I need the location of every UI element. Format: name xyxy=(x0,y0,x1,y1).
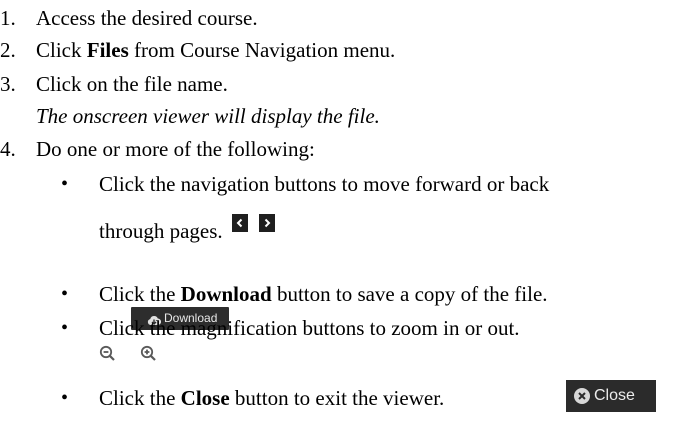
download-term: Download xyxy=(180,282,272,306)
step-number: 2. xyxy=(0,38,16,62)
step-number: 1. xyxy=(0,6,16,30)
step-number: 4. xyxy=(0,137,16,161)
close-circle-icon xyxy=(573,387,591,410)
step-number: 3. xyxy=(0,72,16,96)
close-button[interactable]: Close xyxy=(566,380,656,412)
files-term: Files xyxy=(86,38,129,62)
zoom-in-icon[interactable] xyxy=(140,343,157,368)
close-button-label: Close xyxy=(594,387,635,404)
step-text: Access the desired course. xyxy=(36,6,258,30)
bullet-dot: • xyxy=(61,387,69,409)
chevron-left-icon[interactable] xyxy=(231,214,248,232)
step-text: Click Files from Course Navigation menu. xyxy=(36,38,396,62)
close-term: Close xyxy=(180,386,230,410)
step-3-note: The onscreen viewer will display the fil… xyxy=(36,104,380,128)
bullet-navigation-cont: through pages. xyxy=(99,214,276,243)
zoom-out-icon[interactable] xyxy=(99,343,116,368)
step-text: Do one or more of the following: xyxy=(36,137,315,161)
step-text: Click on the file name. xyxy=(36,72,228,96)
bullet-dot: • xyxy=(61,317,69,339)
bullet-dot: • xyxy=(61,283,69,305)
bullet-dot: • xyxy=(61,173,69,195)
chevron-right-icon[interactable] xyxy=(259,214,276,232)
